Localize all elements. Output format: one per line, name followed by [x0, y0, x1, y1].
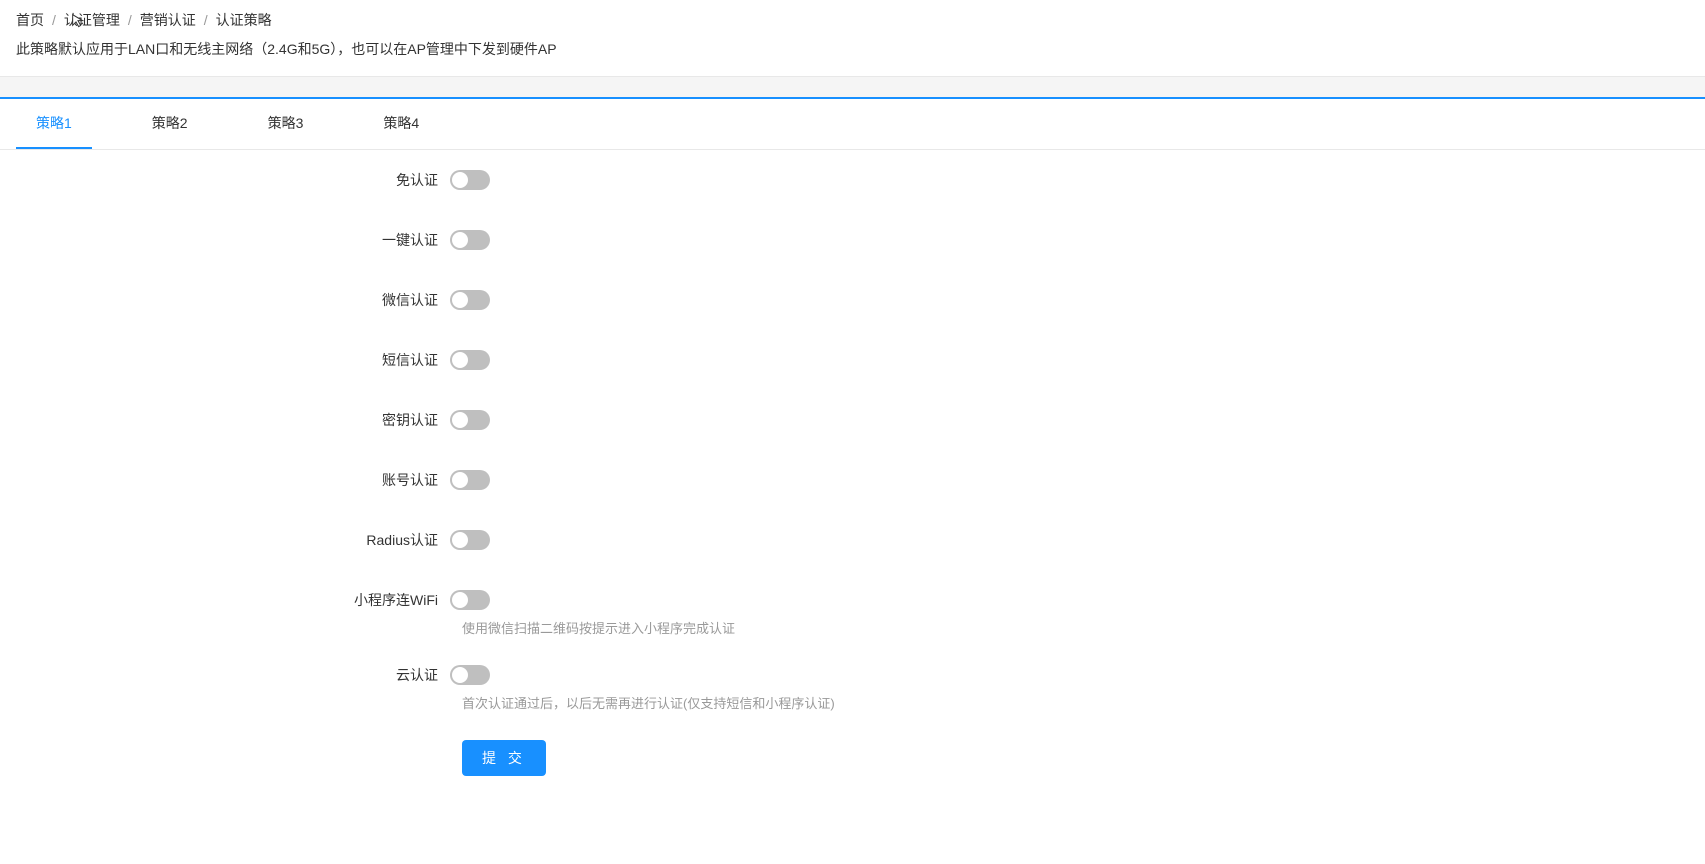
toggle-one-click-auth[interactable]	[450, 230, 490, 250]
form-row-radius-auth: Radius认证	[40, 530, 860, 550]
label-miniprogram-wifi: 小程序连WiFi	[40, 590, 450, 610]
form-row-miniprogram-wifi: 小程序连WiFi	[40, 590, 860, 610]
label-no-auth: 免认证	[40, 170, 450, 190]
page-description: 此策略默认应用于LAN口和无线主网络（2.4G和5G），也可以在AP管理中下发到…	[16, 38, 1689, 60]
desc-miniprogram-wifi: 使用微信扫描二维码按提示进入小程序完成认证	[462, 618, 860, 637]
form-row-one-click-auth: 一键认证	[40, 230, 860, 250]
breadcrumb-home[interactable]: 首页	[16, 10, 44, 30]
section-gap	[0, 77, 1705, 97]
tab-strategy-1[interactable]: 策略1	[16, 99, 92, 149]
toggle-radius-auth[interactable]	[450, 530, 490, 550]
breadcrumb: 首页 / 认证管理 / 营销认证 / 认证策略	[16, 10, 1689, 30]
toggle-no-auth[interactable]	[450, 170, 490, 190]
desc-cloud-auth: 首次认证通过后，以后无需再进行认证(仅支持短信和小程序认证)	[462, 693, 860, 712]
form-container: 免认证 一键认证 微信认证 短信认证 密钥认证	[0, 150, 900, 796]
tab-strategy-3[interactable]: 策略3	[248, 99, 324, 149]
submit-row: 提 交	[462, 740, 860, 776]
content-section: 策略1 策略2 策略3 策略4 免认证 一键认证 微信认证 短信认证	[0, 97, 1705, 796]
label-wechat-auth: 微信认证	[40, 290, 450, 310]
toggle-cloud-auth[interactable]	[450, 665, 490, 685]
breadcrumb-current: 认证策略	[216, 10, 272, 30]
breadcrumb-marketing-auth[interactable]: 营销认证	[140, 10, 196, 30]
label-cloud-auth: 云认证	[40, 665, 450, 685]
label-one-click-auth: 一键认证	[40, 230, 450, 250]
form-row-sms-auth: 短信认证	[40, 350, 860, 370]
tab-strategy-4[interactable]: 策略4	[363, 99, 439, 149]
label-radius-auth: Radius认证	[40, 530, 450, 550]
breadcrumb-auth-mgmt[interactable]: 认证管理	[64, 10, 120, 30]
breadcrumb-separator: /	[128, 12, 132, 28]
breadcrumb-separator: /	[52, 12, 56, 28]
form-row-cloud-auth: 云认证	[40, 665, 860, 685]
toggle-account-auth[interactable]	[450, 470, 490, 490]
breadcrumb-separator: /	[204, 12, 208, 28]
form-row-key-auth: 密钥认证	[40, 410, 860, 430]
form-row-account-auth: 账号认证	[40, 470, 860, 490]
tabs-bar: 策略1 策略2 策略3 策略4	[0, 99, 1705, 150]
label-sms-auth: 短信认证	[40, 350, 450, 370]
header-section: 首页 / 认证管理 / 营销认证 / 认证策略 此策略默认应用于LAN口和无线主…	[0, 0, 1705, 77]
toggle-wechat-auth[interactable]	[450, 290, 490, 310]
form-row-no-auth: 免认证	[40, 170, 860, 190]
form-row-wechat-auth: 微信认证	[40, 290, 860, 310]
toggle-miniprogram-wifi[interactable]	[450, 590, 490, 610]
tab-strategy-2[interactable]: 策略2	[132, 99, 208, 149]
toggle-key-auth[interactable]	[450, 410, 490, 430]
toggle-sms-auth[interactable]	[450, 350, 490, 370]
label-key-auth: 密钥认证	[40, 410, 450, 430]
submit-button[interactable]: 提 交	[462, 740, 546, 776]
label-account-auth: 账号认证	[40, 470, 450, 490]
